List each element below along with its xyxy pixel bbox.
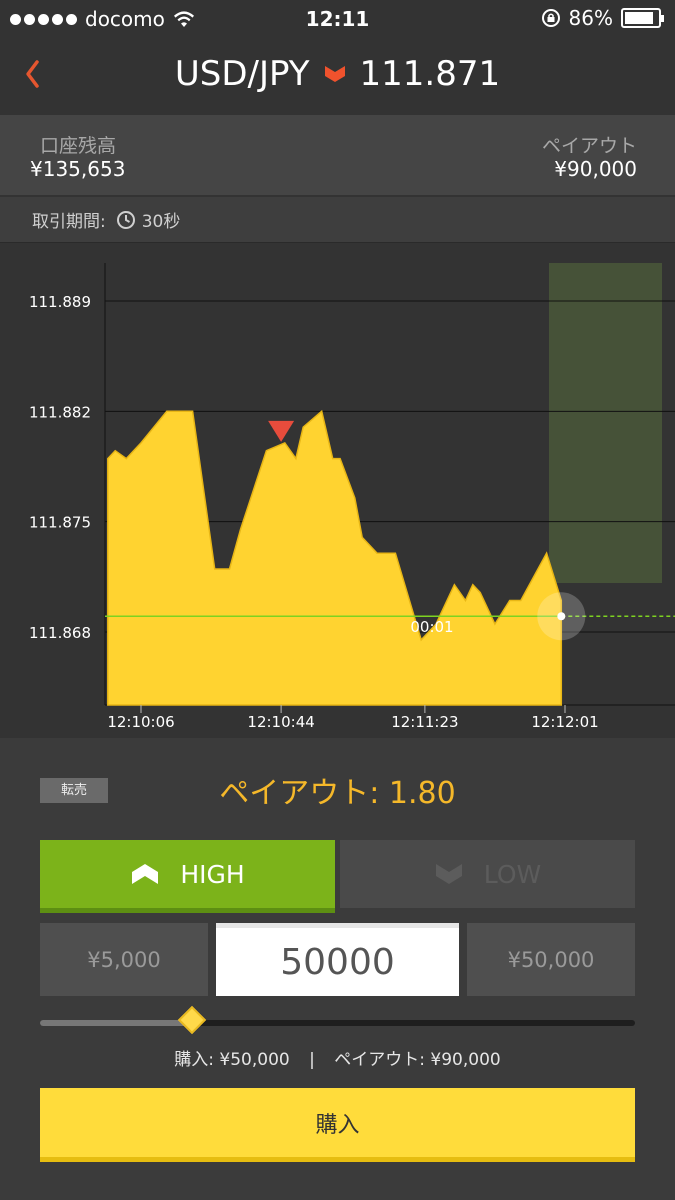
min-amount-button[interactable]: ¥5,000 xyxy=(40,923,208,996)
payout-label: ペイアウト xyxy=(541,135,637,157)
x-tick-label: 12:12:01 xyxy=(531,713,598,731)
slider-fill xyxy=(40,1020,192,1026)
price-area xyxy=(107,409,563,706)
trade-period: 取引期間: 30秒 xyxy=(0,197,675,243)
rotation-lock-icon xyxy=(541,9,560,27)
amount-slider[interactable] xyxy=(40,1005,635,1035)
entry-marker xyxy=(268,420,295,442)
price-down-icon xyxy=(324,66,345,82)
expiry-countdown-label: 00:01 xyxy=(410,618,453,636)
battery-percent: 86% xyxy=(568,6,613,30)
high-arrow-icon xyxy=(132,864,159,884)
high-button[interactable]: HIGH xyxy=(40,840,335,913)
battery-icon xyxy=(621,8,664,28)
current-point xyxy=(557,612,566,621)
balance-block: 口座残高 ¥135,653 xyxy=(30,135,125,181)
price-chart[interactable]: 111.889 111.882 111.875 111.868 12:10:06 12:1… xyxy=(0,244,675,737)
amount-input[interactable] xyxy=(216,923,459,996)
buy-button[interactable]: 購入 xyxy=(40,1088,635,1162)
x-tick-label: 12:10:44 xyxy=(247,713,314,731)
low-label: LOW xyxy=(483,859,542,889)
balance-value: ¥135,653 xyxy=(30,157,126,181)
payout-rate: ペイアウト: 1.80 xyxy=(219,776,456,811)
currency-pair: USD/JPY xyxy=(174,54,310,94)
current-price: 111.871 xyxy=(359,54,501,94)
x-tick-label: 12:10:06 xyxy=(107,713,174,731)
y-tick-label: 111.868 xyxy=(29,624,91,642)
expiry-zone xyxy=(549,263,662,583)
payout-value: ¥90,000 xyxy=(554,157,637,181)
clock-icon xyxy=(116,210,135,229)
low-button[interactable]: LOW xyxy=(340,840,635,908)
trade-panel: 転売 ペイアウト: 1.80 HIGH LOW ¥5,000 ¥50,000 購… xyxy=(0,738,675,1200)
chart-svg[interactable]: 111.889 111.882 111.875 111.868 12:10:06 12:1… xyxy=(0,244,675,737)
period-value: 30秒 xyxy=(141,212,181,232)
y-tick-label: 111.882 xyxy=(29,403,91,421)
balance-label: 口座残高 xyxy=(40,135,117,157)
summary-payout: ペイアウト: ¥90,000 xyxy=(334,1050,501,1070)
x-tick-label: 12:11:23 xyxy=(391,713,458,731)
period-label: 取引期間: xyxy=(32,212,106,232)
status-bar: docomo 12:11 86% xyxy=(0,0,675,40)
slider-thumb[interactable] xyxy=(177,1005,206,1035)
summary-purchase: 購入: ¥50,000 xyxy=(174,1050,290,1070)
max-amount-button[interactable]: ¥50,000 xyxy=(467,923,635,996)
purchase-summary: 購入: ¥50,000 | ペイアウト: ¥90,000 xyxy=(0,1045,675,1070)
account-summary: 口座残高 ¥135,653 ペイアウト ¥90,000 xyxy=(0,115,675,195)
status-right: 86% xyxy=(541,6,664,30)
y-tick-label: 111.875 xyxy=(29,514,91,532)
y-tick-label: 111.889 xyxy=(29,293,91,311)
rate-title: USD/JPY 111.871 xyxy=(0,54,675,94)
high-label: HIGH xyxy=(180,859,245,889)
summary-separator: | xyxy=(309,1050,315,1070)
low-arrow-icon xyxy=(435,864,462,884)
payout-block: ペイアウト ¥90,000 xyxy=(542,135,637,181)
header: USD/JPY 111.871 xyxy=(0,40,675,115)
